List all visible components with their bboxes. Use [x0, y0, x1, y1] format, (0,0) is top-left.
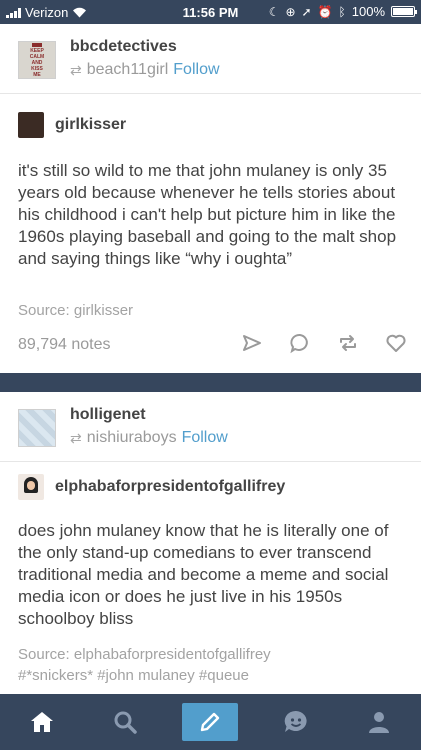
blog-avatar[interactable] [18, 409, 56, 447]
post-header: KEEP CALM AND KISS ME bbcdetectives ⇄ be… [0, 24, 421, 94]
source-line[interactable]: Source: elphabaforpresidentofgallifrey [18, 644, 406, 665]
lock-rotation-icon: ⊕ [285, 4, 296, 19]
status-bar: Verizon 11:56 PM ☾ ⊕ ➚ ⏰ ᛒ 100% [0, 0, 421, 24]
source-avatar[interactable] [18, 474, 44, 500]
post-header: holligenet ⇄ nishiuraboys Follow [0, 392, 421, 462]
tab-account[interactable] [353, 702, 405, 742]
share-icon[interactable] [241, 332, 263, 354]
blog-name[interactable]: holligenet [70, 406, 146, 424]
battery-percent: 100% [351, 4, 385, 19]
tab-bar [0, 694, 421, 750]
reblog-info: ⇄ nishiuraboys Follow [70, 429, 228, 447]
account-icon [369, 712, 390, 733]
post-card: KEEP CALM AND KISS ME bbcdetectives ⇄ be… [0, 24, 421, 373]
reblog-small-icon: ⇄ [70, 61, 82, 78]
source-line[interactable]: Source: girlkisser [18, 300, 406, 321]
notes-count[interactable]: 89,794 notes [18, 336, 111, 354]
source-row: elphabaforpresidentofgallifrey [18, 474, 285, 500]
follow-button[interactable]: Follow [173, 61, 219, 79]
reblog-icon[interactable] [337, 332, 359, 354]
battery-icon [391, 6, 417, 17]
reblogged-from[interactable]: nishiuraboys [87, 429, 177, 447]
post-tags[interactable]: #*snickers* #john mulaney #queue [18, 665, 406, 686]
tab-activity[interactable] [270, 702, 322, 742]
reblog-small-icon: ⇄ [70, 429, 82, 446]
like-icon[interactable] [385, 332, 407, 354]
battery-fill [393, 8, 413, 15]
crown-icon [32, 42, 42, 47]
tab-search[interactable] [99, 702, 151, 742]
home-icon [30, 712, 53, 732]
blog-avatar[interactable]: KEEP CALM AND KISS ME [18, 41, 56, 79]
source-blog-name[interactable]: elphabaforpresidentofgallifrey [55, 478, 285, 496]
alarm-icon: ⏰ [317, 4, 333, 19]
post-card: holligenet ⇄ nishiuraboys Follow elphaba… [0, 392, 421, 694]
bluetooth-icon: ᛒ [338, 4, 346, 19]
blog-name[interactable]: bbcdetectives [70, 38, 177, 56]
source-row: girlkisser [18, 112, 126, 138]
source-blog-name[interactable]: girlkisser [55, 116, 126, 134]
compose-icon [201, 712, 220, 732]
reblogged-from[interactable]: beach11girl [87, 61, 169, 79]
reply-icon[interactable] [289, 332, 311, 354]
post-body: does john mulaney know that he is litera… [18, 521, 389, 628]
status-right: ☾ ⊕ ➚ ⏰ ᛒ 100% [268, 4, 417, 19]
moon-icon: ☾ [268, 4, 280, 19]
reblog-info: ⇄ beach11girl Follow [70, 61, 220, 79]
follow-button[interactable]: Follow [182, 429, 228, 447]
post-actions [241, 332, 407, 354]
tab-home[interactable] [16, 702, 68, 742]
tab-compose[interactable] [182, 703, 239, 741]
search-icon [114, 711, 137, 734]
post-body: it's still so wild to me that john mulan… [18, 161, 397, 268]
location-icon: ➚ [301, 4, 312, 19]
avatar-line: ME [33, 71, 41, 78]
activity-icon [284, 710, 307, 732]
source-avatar[interactable] [18, 112, 44, 138]
